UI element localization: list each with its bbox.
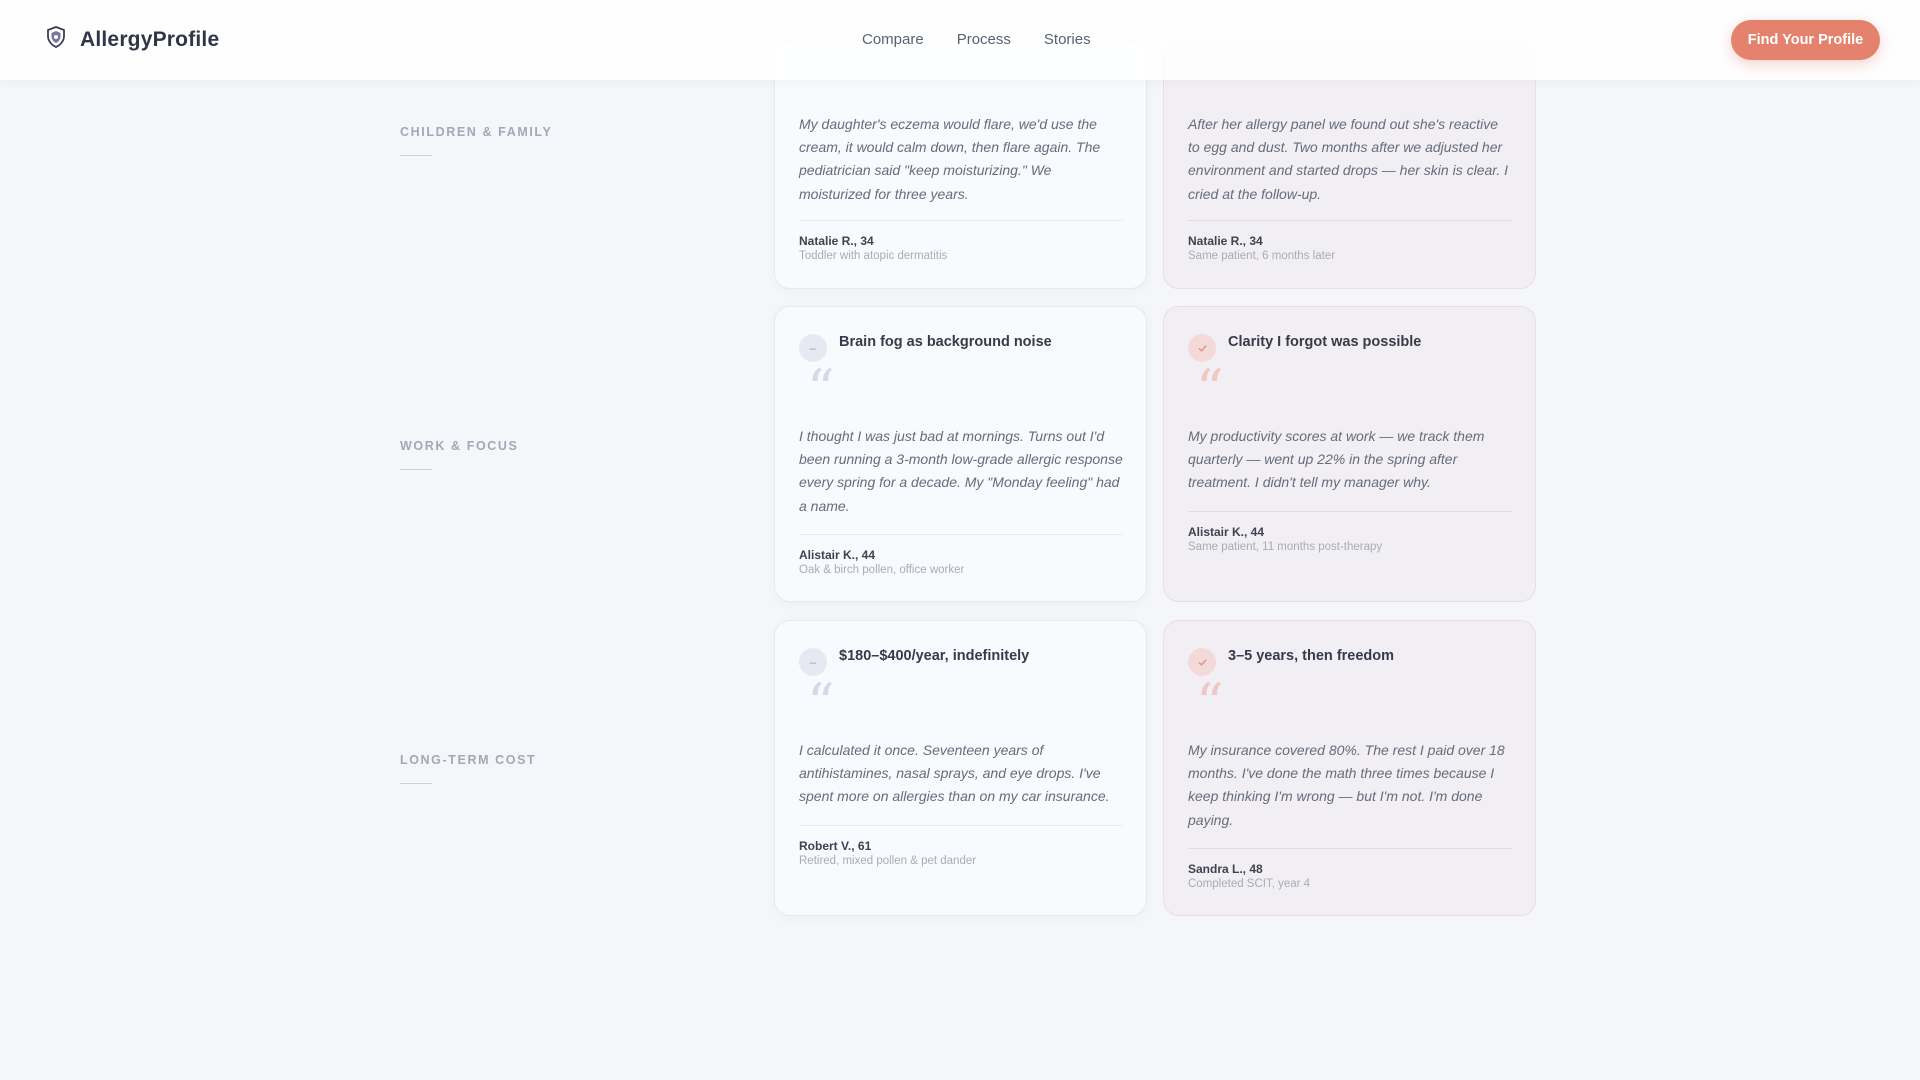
testimonial-meta: Same patient, 11 months post-therapy (1188, 541, 1383, 553)
testimonial-quote: I calculated it once. Seventeen years of… (799, 742, 1110, 805)
brand-name: AllergyProfile (80, 27, 220, 51)
testimonial-quote: My insurance covered 80%. The rest I pai… (1188, 742, 1505, 828)
card-title: Brain fog as background noise (839, 334, 1052, 350)
section-label-children-family: CHILDREN & FAMILY (400, 125, 553, 139)
card-divider (799, 220, 1123, 221)
testimonial-author: Natalie R., 34 (1188, 234, 1263, 248)
section-label-long-term-cost: LONG-TERM COST (400, 753, 537, 767)
card-title: 3–5 years, then freedom (1228, 648, 1395, 664)
nav-process[interactable]: Process (957, 31, 1011, 48)
testimonial-quote: After her allergy panel we found out she… (1188, 116, 1509, 202)
testimonial-author: Natalie R., 34 (799, 234, 874, 248)
before-card-work-focus: – Brain fog as background noise “ I thou… (774, 306, 1147, 602)
quote-icon: “ (807, 358, 835, 421)
testimonial-quote: I thought I was just bad at mornings. Tu… (799, 428, 1123, 514)
shield-icon (46, 26, 66, 53)
testimonial-author: Sandra L., 48 (1188, 862, 1263, 876)
testimonial-author: Alistair K., 44 (1188, 525, 1265, 539)
find-your-profile-button[interactable]: Find Your Profile (1731, 20, 1880, 60)
testimonial-author: Alistair K., 44 (799, 548, 876, 562)
site-header: AllergyProfile Compare Process Stories F… (0, 0, 1920, 80)
main-nav: Compare Process Stories (862, 31, 1124, 48)
nav-stories[interactable]: Stories (1044, 31, 1091, 48)
card-divider (1188, 511, 1512, 512)
testimonial-quote: My daughter's eczema would flare, we'd u… (799, 116, 1101, 202)
section-divider (400, 469, 432, 470)
page: AllergyProfile Compare Process Stories F… (0, 0, 1920, 1080)
section-divider (400, 155, 432, 156)
testimonial-meta: Oak & birch pollen, office worker (799, 564, 965, 576)
quote-icon: “ (1196, 672, 1224, 735)
card-divider (799, 825, 1123, 826)
testimonial-meta: Completed SCIT, year 4 (1188, 878, 1311, 890)
testimonial-author: Robert V., 61 (799, 839, 872, 853)
after-card-work-focus: Clarity I forgot was possible “ My produ… (1163, 306, 1536, 602)
card-header: – Brain fog as background noise (799, 333, 1052, 362)
testimonial-meta: Retired, mixed pollen & pet dander (799, 855, 977, 867)
before-card-long-term-cost: – $180–$400/year, indefinitely “ I calcu… (774, 620, 1147, 916)
brand[interactable]: AllergyProfile (46, 26, 219, 53)
card-divider (799, 534, 1123, 535)
card-divider (1188, 220, 1512, 221)
section-label-work-focus: WORK & FOCUS (400, 439, 519, 453)
testimonial-quote: My productivity scores at work — we trac… (1188, 428, 1485, 491)
testimonial-meta: Same patient, 6 months later (1188, 250, 1336, 262)
quote-icon: “ (1196, 358, 1224, 421)
testimonial-meta: Toddler with atopic dermatitis (799, 250, 948, 262)
quote-icon: “ (807, 672, 835, 735)
after-card-long-term-cost: 3–5 years, then freedom “ My insurance c… (1163, 620, 1536, 916)
card-title: $180–$400/year, indefinitely (839, 648, 1030, 664)
card-title: Clarity I forgot was possible (1228, 334, 1422, 350)
nav-compare[interactable]: Compare (862, 31, 924, 48)
card-divider (1188, 848, 1512, 849)
section-divider (400, 783, 432, 784)
